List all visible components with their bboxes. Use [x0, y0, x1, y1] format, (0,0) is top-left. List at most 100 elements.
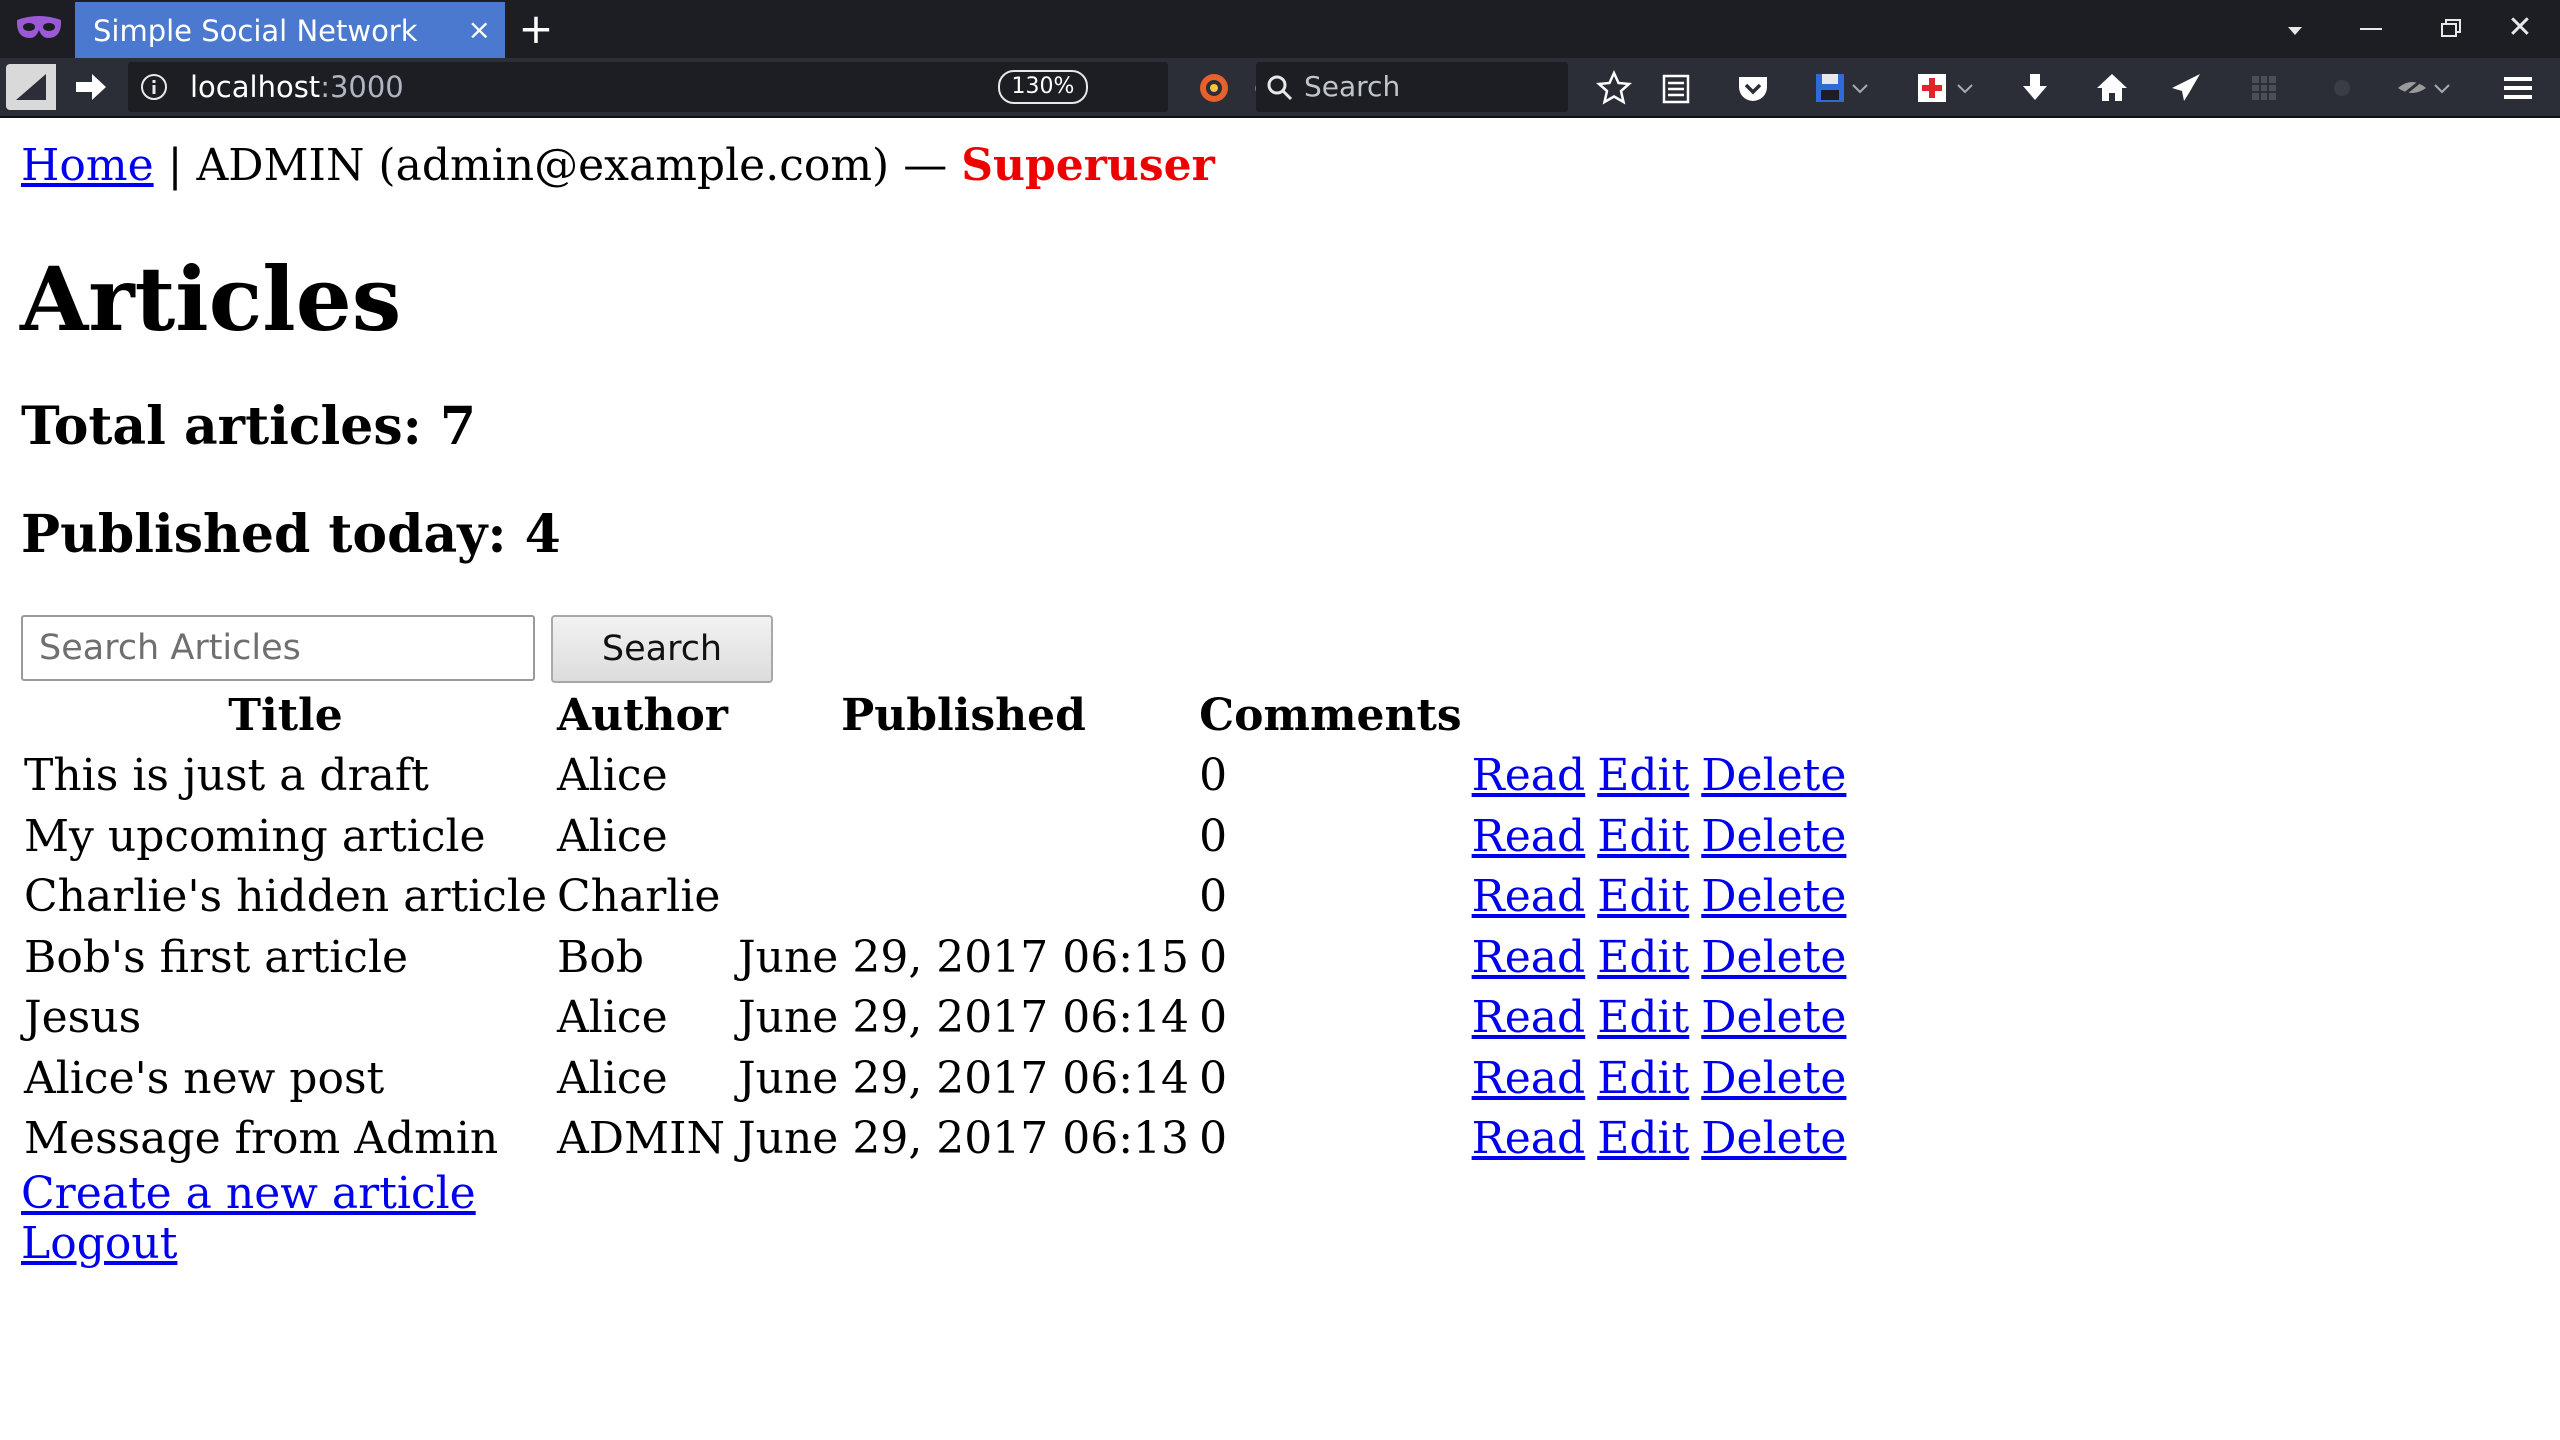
- article-title: My upcoming article: [24, 810, 486, 862]
- articles-table: Title Author Published Comments This is …: [16, 686, 1866, 1170]
- read-link[interactable]: Read: [1472, 871, 1586, 922]
- article-published: [736, 807, 1191, 868]
- article-actions: Read Edit Delete: [1470, 1049, 1861, 1110]
- tab-strip: Simple Social Network × + ✕: [0, 0, 2560, 58]
- column-header-published: Published: [841, 690, 1086, 741]
- bookmark-star-icon[interactable]: [1594, 68, 1634, 108]
- edit-link[interactable]: Edit: [1597, 932, 1689, 983]
- url-host: localhost: [190, 70, 321, 104]
- dimmed-addon-icon[interactable]: [2322, 68, 2362, 108]
- article-published: June 29, 2017 06:13: [737, 1113, 1190, 1165]
- save-dropdown-chevron-icon[interactable]: [1850, 68, 1870, 108]
- addon-dropdown-chevron-icon[interactable]: [1955, 68, 1975, 108]
- search-engine-icon[interactable]: [1196, 70, 1232, 106]
- article-actions: Read Edit Delete: [1470, 1109, 1861, 1170]
- current-user-info: ADMIN (admin@example.com) —: [196, 140, 948, 191]
- browser-chrome: Simple Social Network × + ✕ localhost:30…: [0, 0, 2560, 118]
- page-content: Home | ADMIN (admin@example.com) — Super…: [0, 116, 2560, 1440]
- download-arrow-icon[interactable]: [2015, 68, 2055, 108]
- read-link[interactable]: Read: [1472, 811, 1586, 862]
- first-aid-plus-icon[interactable]: [1912, 68, 1952, 108]
- grid-addon-icon[interactable]: [2244, 68, 2284, 108]
- article-title: Charlie's hidden article: [24, 871, 547, 923]
- article-actions: Read Edit Delete: [1470, 988, 1861, 1049]
- edit-link[interactable]: Edit: [1597, 992, 1689, 1043]
- delete-link[interactable]: Delete: [1701, 871, 1846, 922]
- article-author: Alice: [557, 992, 668, 1044]
- table-row: This is just a draft Alice 0 Read Edit Del…: [22, 746, 1860, 807]
- article-comments: 0: [1199, 871, 1228, 923]
- edit-link[interactable]: Edit: [1597, 750, 1689, 801]
- delete-link[interactable]: Delete: [1701, 992, 1846, 1043]
- send-paper-plane-icon[interactable]: [2166, 68, 2206, 108]
- forward-arrow-icon[interactable]: [64, 64, 116, 110]
- read-link[interactable]: Read: [1472, 750, 1586, 801]
- edit-link[interactable]: Edit: [1597, 1053, 1689, 1104]
- eye-privacy-icon[interactable]: [2392, 68, 2432, 108]
- table-row: My upcoming article Alice 0 Read Edit Dele…: [22, 807, 1860, 868]
- user-bar-separator: |: [167, 140, 183, 191]
- article-published: June 29, 2017 06:14: [737, 1052, 1190, 1104]
- edit-link[interactable]: Edit: [1597, 871, 1689, 922]
- back-button-icon[interactable]: [6, 64, 56, 110]
- article-comments: 0: [1199, 750, 1228, 802]
- article-author: Alice: [557, 810, 668, 862]
- column-header-title: Title: [228, 690, 343, 741]
- article-comments: 0: [1199, 931, 1228, 983]
- table-row: Jesus Alice June 29, 2017 06:14 0 Read Ed…: [22, 988, 1860, 1049]
- hamburger-menu-icon[interactable]: [2498, 68, 2538, 108]
- tab-list-chevron-icon[interactable]: [2280, 18, 2310, 42]
- tab-simple-social-network[interactable]: Simple Social Network ×: [75, 2, 505, 58]
- read-link[interactable]: Read: [1472, 1053, 1586, 1104]
- window-close-icon[interactable]: ✕: [2500, 8, 2540, 48]
- column-header-comments: Comments: [1199, 690, 1462, 741]
- home-link[interactable]: Home: [21, 140, 154, 191]
- delete-link[interactable]: Delete: [1701, 932, 1846, 983]
- privacy-dropdown-chevron-icon[interactable]: [2432, 68, 2452, 108]
- logout-link[interactable]: Logout: [21, 1214, 177, 1274]
- article-author: ADMIN: [557, 1113, 725, 1165]
- search-button[interactable]: Search: [551, 615, 773, 683]
- window-minimize-icon[interactable]: [2360, 28, 2382, 30]
- read-link[interactable]: Read: [1472, 1113, 1586, 1164]
- info-icon[interactable]: [140, 73, 168, 101]
- delete-link[interactable]: Delete: [1701, 750, 1846, 801]
- delete-link[interactable]: Delete: [1701, 1053, 1846, 1104]
- article-author: Alice: [557, 1052, 668, 1104]
- web-search-placeholder: Search: [1304, 70, 1401, 103]
- save-floppy-icon[interactable]: [1810, 68, 1850, 108]
- article-actions: Read Edit Delete: [1470, 867, 1861, 928]
- table-row: Message from Admin ADMIN June 29, 2017 0…: [22, 1109, 1860, 1170]
- read-link[interactable]: Read: [1472, 932, 1586, 983]
- column-header-author: Author: [557, 690, 728, 741]
- edit-link[interactable]: Edit: [1597, 811, 1689, 862]
- article-comments: 0: [1199, 992, 1228, 1044]
- url-bar[interactable]: localhost:3000 130%: [128, 62, 1281, 112]
- page-title: Articles: [20, 247, 402, 351]
- article-author: Alice: [557, 750, 668, 802]
- zoom-level-badge[interactable]: 130%: [998, 70, 1088, 104]
- article-title: Bob's first article: [24, 931, 409, 983]
- article-published: [736, 867, 1191, 928]
- url-text[interactable]: localhost:3000: [190, 62, 404, 112]
- role-badge: Superuser: [961, 140, 1215, 191]
- search-articles-input[interactable]: [21, 615, 535, 681]
- tab-close-icon[interactable]: ×: [468, 2, 491, 58]
- new-tab-button[interactable]: +: [516, 0, 556, 58]
- table-row: Charlie's hidden article Charlie 0 Read E…: [22, 867, 1860, 928]
- table-row: Bob's first article Bob June 29, 2017 06…: [22, 928, 1860, 989]
- private-browsing-mask-icon: [16, 16, 62, 38]
- delete-link[interactable]: Delete: [1701, 1113, 1846, 1164]
- delete-link[interactable]: Delete: [1701, 811, 1846, 862]
- web-search-box[interactable]: Search: [1256, 62, 1568, 112]
- article-actions: Read Edit Delete: [1470, 746, 1861, 807]
- read-link[interactable]: Read: [1472, 992, 1586, 1043]
- home-icon[interactable]: [2092, 68, 2132, 108]
- table-row: Alice's new post Alice June 29, 2017 06:…: [22, 1049, 1860, 1110]
- window-restore-icon[interactable]: [2432, 12, 2472, 46]
- article-published: [736, 746, 1191, 807]
- pocket-icon[interactable]: [1733, 68, 1773, 108]
- edit-link[interactable]: Edit: [1597, 1113, 1689, 1164]
- reader-list-icon[interactable]: [1656, 68, 1696, 108]
- article-published: June 29, 2017 06:15: [737, 931, 1190, 983]
